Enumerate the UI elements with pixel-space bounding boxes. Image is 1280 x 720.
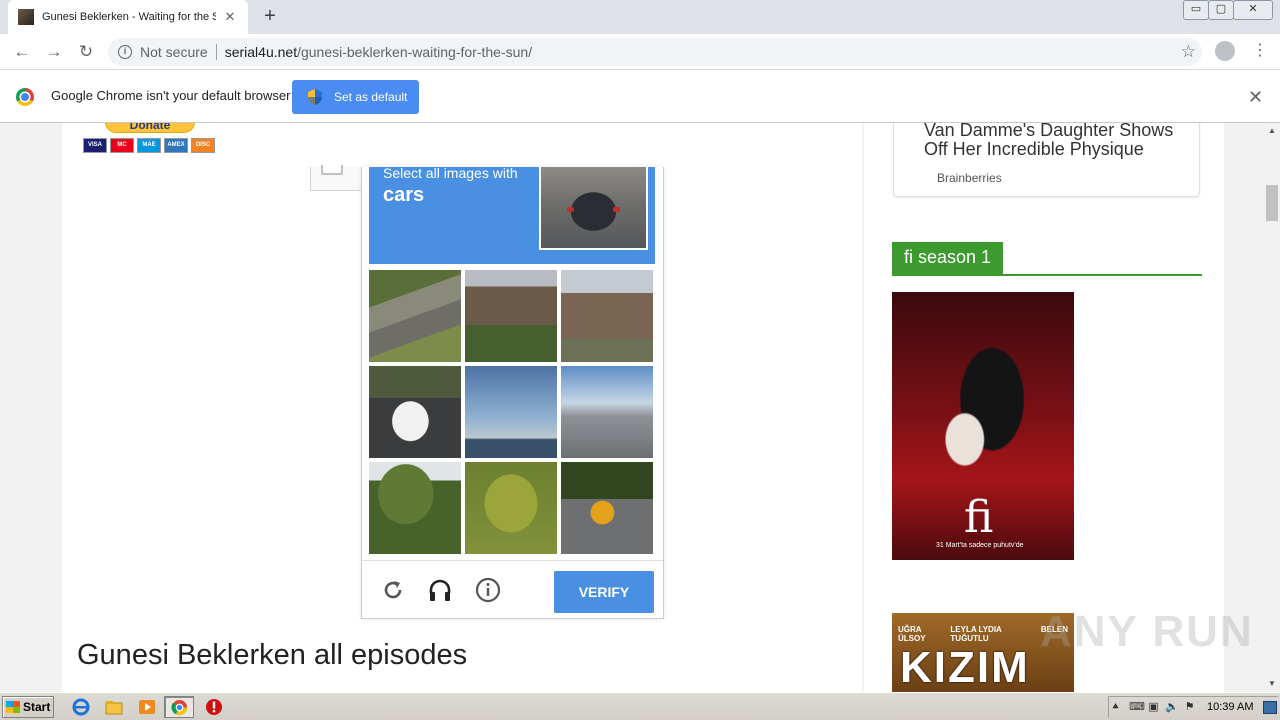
- tab-title: Gunesi Beklerken - Waiting for the Sun: [42, 11, 216, 23]
- page-title: Gunesi Beklerken all episodes: [77, 639, 468, 671]
- poster-fi-season-1[interactable]: fi 31 Mart'ta sadece puhutv'de: [892, 292, 1074, 560]
- captcha-tile[interactable]: [465, 270, 557, 362]
- poster-title: fi: [964, 492, 994, 543]
- captcha-audio-icon[interactable]: [427, 577, 453, 603]
- action-center-flag-icon[interactable]: ⚑: [1183, 701, 1196, 714]
- start-label: Start: [23, 700, 51, 714]
- captcha-target-object: cars: [383, 184, 425, 206]
- network-icon[interactable]: ⌨: [1129, 701, 1145, 714]
- windows-logo-icon: [6, 701, 20, 713]
- infobar-message: Google Chrome isn't your default browser: [51, 88, 291, 103]
- paypal-donate-button[interactable]: Donate: [105, 123, 195, 133]
- page-scrollbar[interactable]: ▲ ▼: [1264, 123, 1280, 692]
- anyrun-watermark: ANY RUN: [1040, 607, 1254, 656]
- default-browser-infobar: Google Chrome isn't your default browser…: [0, 71, 1280, 123]
- uac-shield-icon: [308, 89, 322, 105]
- taskbar-clock[interactable]: 10:39 AM: [1207, 701, 1253, 713]
- new-tab-button[interactable]: +: [258, 4, 282, 28]
- maestro-card-icon: MAE: [137, 138, 161, 153]
- visa-card-icon: VISA: [83, 138, 107, 153]
- close-window-button[interactable]: ✕: [1233, 0, 1273, 20]
- poster-tagline: 31 Mart'ta sadece puhutv'de: [936, 542, 1024, 549]
- windows-taskbar: Start ⯅ ⌨ ▣ 🔈 ⚑ 10:39 AM: [0, 692, 1280, 720]
- cast-name: LEYLA LYDIA TUĞUTLU: [950, 625, 1002, 643]
- tray-expand-icon[interactable]: ⯅: [1109, 701, 1122, 714]
- ad-source: Brainberries: [937, 171, 1002, 185]
- ad-headline[interactable]: Van Damme's Daughter Shows Off Her Incre…: [924, 123, 1194, 159]
- captcha-header: Select all images with cars: [369, 165, 655, 264]
- section-divider: [892, 274, 1202, 276]
- captcha-tile[interactable]: [561, 462, 653, 554]
- captcha-reload-icon[interactable]: [380, 577, 406, 603]
- start-button[interactable]: Start: [2, 696, 54, 718]
- scroll-thumb[interactable]: [1266, 185, 1278, 221]
- file-explorer-icon[interactable]: [105, 698, 123, 716]
- minimize-button[interactable]: ▭: [1183, 0, 1209, 20]
- site-info-icon[interactable]: i: [118, 45, 132, 59]
- network-status-icon[interactable]: ▣: [1147, 701, 1160, 714]
- taskbar-chrome-button[interactable]: [164, 696, 194, 718]
- back-arrow-icon[interactable]: ←: [10, 40, 34, 64]
- set-as-default-label: Set as default: [334, 90, 408, 104]
- captcha-tile[interactable]: [369, 366, 461, 458]
- captcha-sample-image: [539, 167, 648, 250]
- captcha-tile[interactable]: [465, 462, 557, 554]
- page-viewport: Donate VISA MC MAE AMEX DISC Select all …: [0, 123, 1264, 692]
- media-player-icon[interactable]: [138, 698, 156, 716]
- captcha-tile[interactable]: [369, 462, 461, 554]
- chrome-icon: [171, 699, 188, 716]
- infobar-close-icon[interactable]: ✕: [1248, 87, 1263, 108]
- section-heading[interactable]: fi season 1: [892, 242, 1004, 275]
- captcha-tile[interactable]: [369, 270, 461, 362]
- recaptcha-challenge: Select all images with cars VERIFY: [361, 165, 664, 619]
- captcha-tile[interactable]: [561, 270, 653, 362]
- bookmark-star-icon[interactable]: ☆: [1181, 42, 1196, 62]
- url-host: serial4u.net: [224, 44, 298, 60]
- discover-card-icon: DISC: [191, 138, 215, 153]
- system-tray: ⯅ ⌨ ▣ 🔈 ⚑ 10:39 AM: [1108, 696, 1278, 718]
- browser-toolbar: ← → ↻ i Not secure serial4u.net/gunesi-b…: [0, 34, 1280, 70]
- captcha-tile[interactable]: [465, 366, 557, 458]
- set-as-default-button[interactable]: Set as default: [292, 80, 419, 114]
- captcha-verify-button[interactable]: VERIFY: [554, 571, 654, 613]
- cast-name: UĞRA ÜLSOY: [898, 625, 926, 643]
- chrome-logo-icon: [16, 88, 34, 106]
- captcha-instruction: Select all images with: [383, 165, 518, 181]
- stop-sign-icon[interactable]: [205, 698, 223, 716]
- security-label: Not secure: [140, 44, 208, 60]
- show-desktop-icon[interactable]: [1263, 701, 1277, 714]
- captcha-tile[interactable]: [561, 366, 653, 458]
- reload-icon[interactable]: ↻: [74, 40, 98, 64]
- recaptcha-checkbox-tab[interactable]: [310, 165, 362, 191]
- scroll-up-arrow-icon[interactable]: ▲: [1264, 123, 1280, 139]
- poster-title: KIZIM: [900, 643, 1030, 692]
- internet-explorer-icon[interactable]: [72, 698, 90, 716]
- captcha-tile-grid: [369, 270, 655, 556]
- restore-button[interactable]: ▢: [1208, 0, 1234, 20]
- captcha-footer: VERIFY: [362, 560, 663, 619]
- tab-strip: Gunesi Beklerken - Waiting for the Sun ✕…: [0, 0, 1280, 34]
- sponsored-ad-card[interactable]: Van Damme's Daughter Shows Off Her Incre…: [893, 123, 1200, 197]
- mastercard-icon: MC: [110, 138, 134, 153]
- site-favicon-icon: [18, 9, 34, 25]
- forward-arrow-icon[interactable]: →: [42, 40, 66, 64]
- address-bar[interactable]: i Not secure serial4u.net/gunesi-beklerk…: [108, 38, 1202, 66]
- scroll-down-arrow-icon[interactable]: ▼: [1264, 676, 1280, 692]
- omnibox-separator: [215, 44, 217, 60]
- url-path: /gunesi-beklerken-waiting-for-the-sun/: [297, 44, 533, 60]
- volume-icon[interactable]: 🔈: [1165, 701, 1179, 714]
- captcha-help-icon[interactable]: [475, 577, 501, 603]
- browser-tab[interactable]: Gunesi Beklerken - Waiting for the Sun ✕: [8, 0, 248, 34]
- tab-close-icon[interactable]: ✕: [222, 9, 238, 25]
- amex-card-icon: AMEX: [164, 138, 188, 153]
- payment-cards: VISA MC MAE AMEX DISC: [83, 138, 215, 153]
- account-avatar-icon[interactable]: [1215, 41, 1235, 61]
- recaptcha-checkbox[interactable]: [321, 165, 343, 175]
- chrome-menu-icon[interactable]: ⋮: [1252, 42, 1268, 62]
